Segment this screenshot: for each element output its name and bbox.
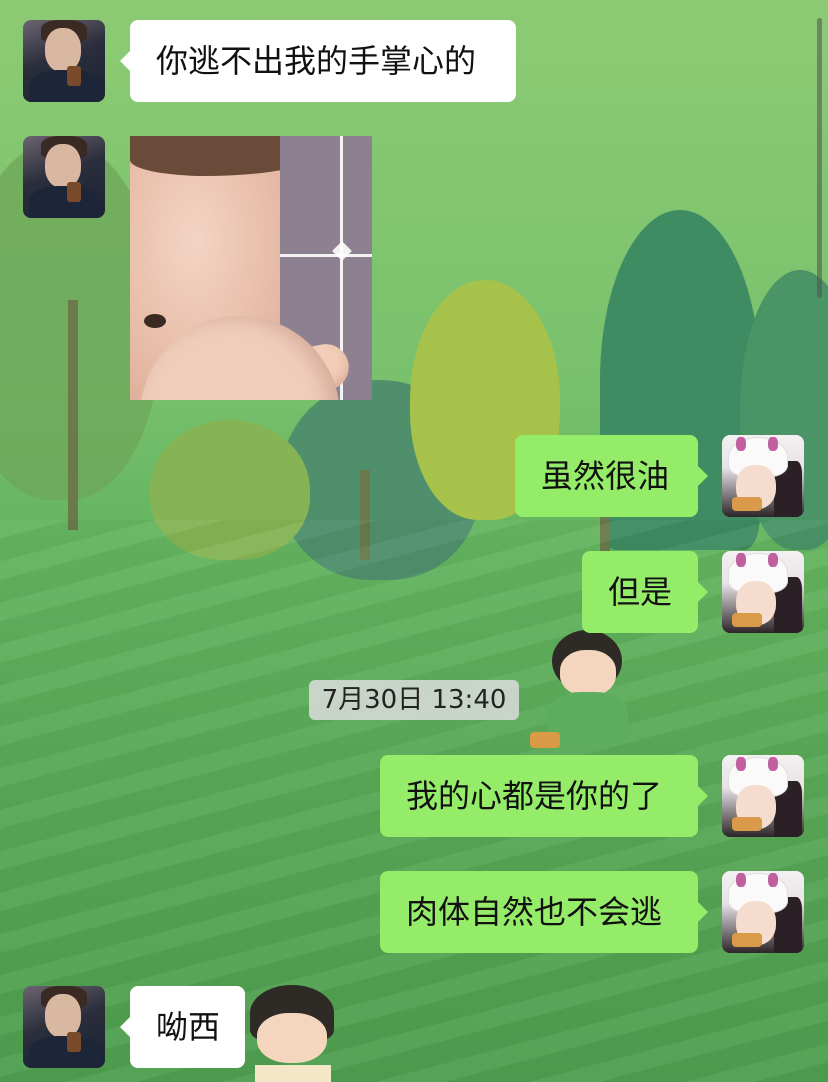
my-avatar[interactable] bbox=[722, 551, 804, 633]
image-message[interactable] bbox=[130, 136, 372, 400]
cartoon-kid-bottom bbox=[245, 985, 340, 1082]
scrollbar[interactable] bbox=[817, 18, 822, 298]
cartoon-kid-sitting bbox=[530, 620, 640, 750]
contact-avatar[interactable] bbox=[23, 20, 105, 102]
message-bubble[interactable]: 虽然很油 bbox=[515, 435, 708, 517]
my-avatar[interactable] bbox=[722, 435, 804, 517]
message-bubble[interactable]: 我的心都是你的了 bbox=[380, 755, 708, 837]
message-bubble[interactable]: 呦西 bbox=[120, 986, 245, 1068]
message-bubble[interactable]: 你逃不出我的手掌心的 bbox=[120, 20, 516, 102]
message-bubble[interactable]: 肉体自然也不会逃 bbox=[380, 871, 708, 953]
my-avatar[interactable] bbox=[722, 755, 804, 837]
timestamp-label: 7月30日 13:40 bbox=[309, 680, 519, 720]
contact-avatar[interactable] bbox=[23, 136, 105, 218]
message-bubble[interactable]: 但是 bbox=[582, 551, 708, 633]
contact-avatar[interactable] bbox=[23, 986, 105, 1068]
my-avatar[interactable] bbox=[722, 871, 804, 953]
